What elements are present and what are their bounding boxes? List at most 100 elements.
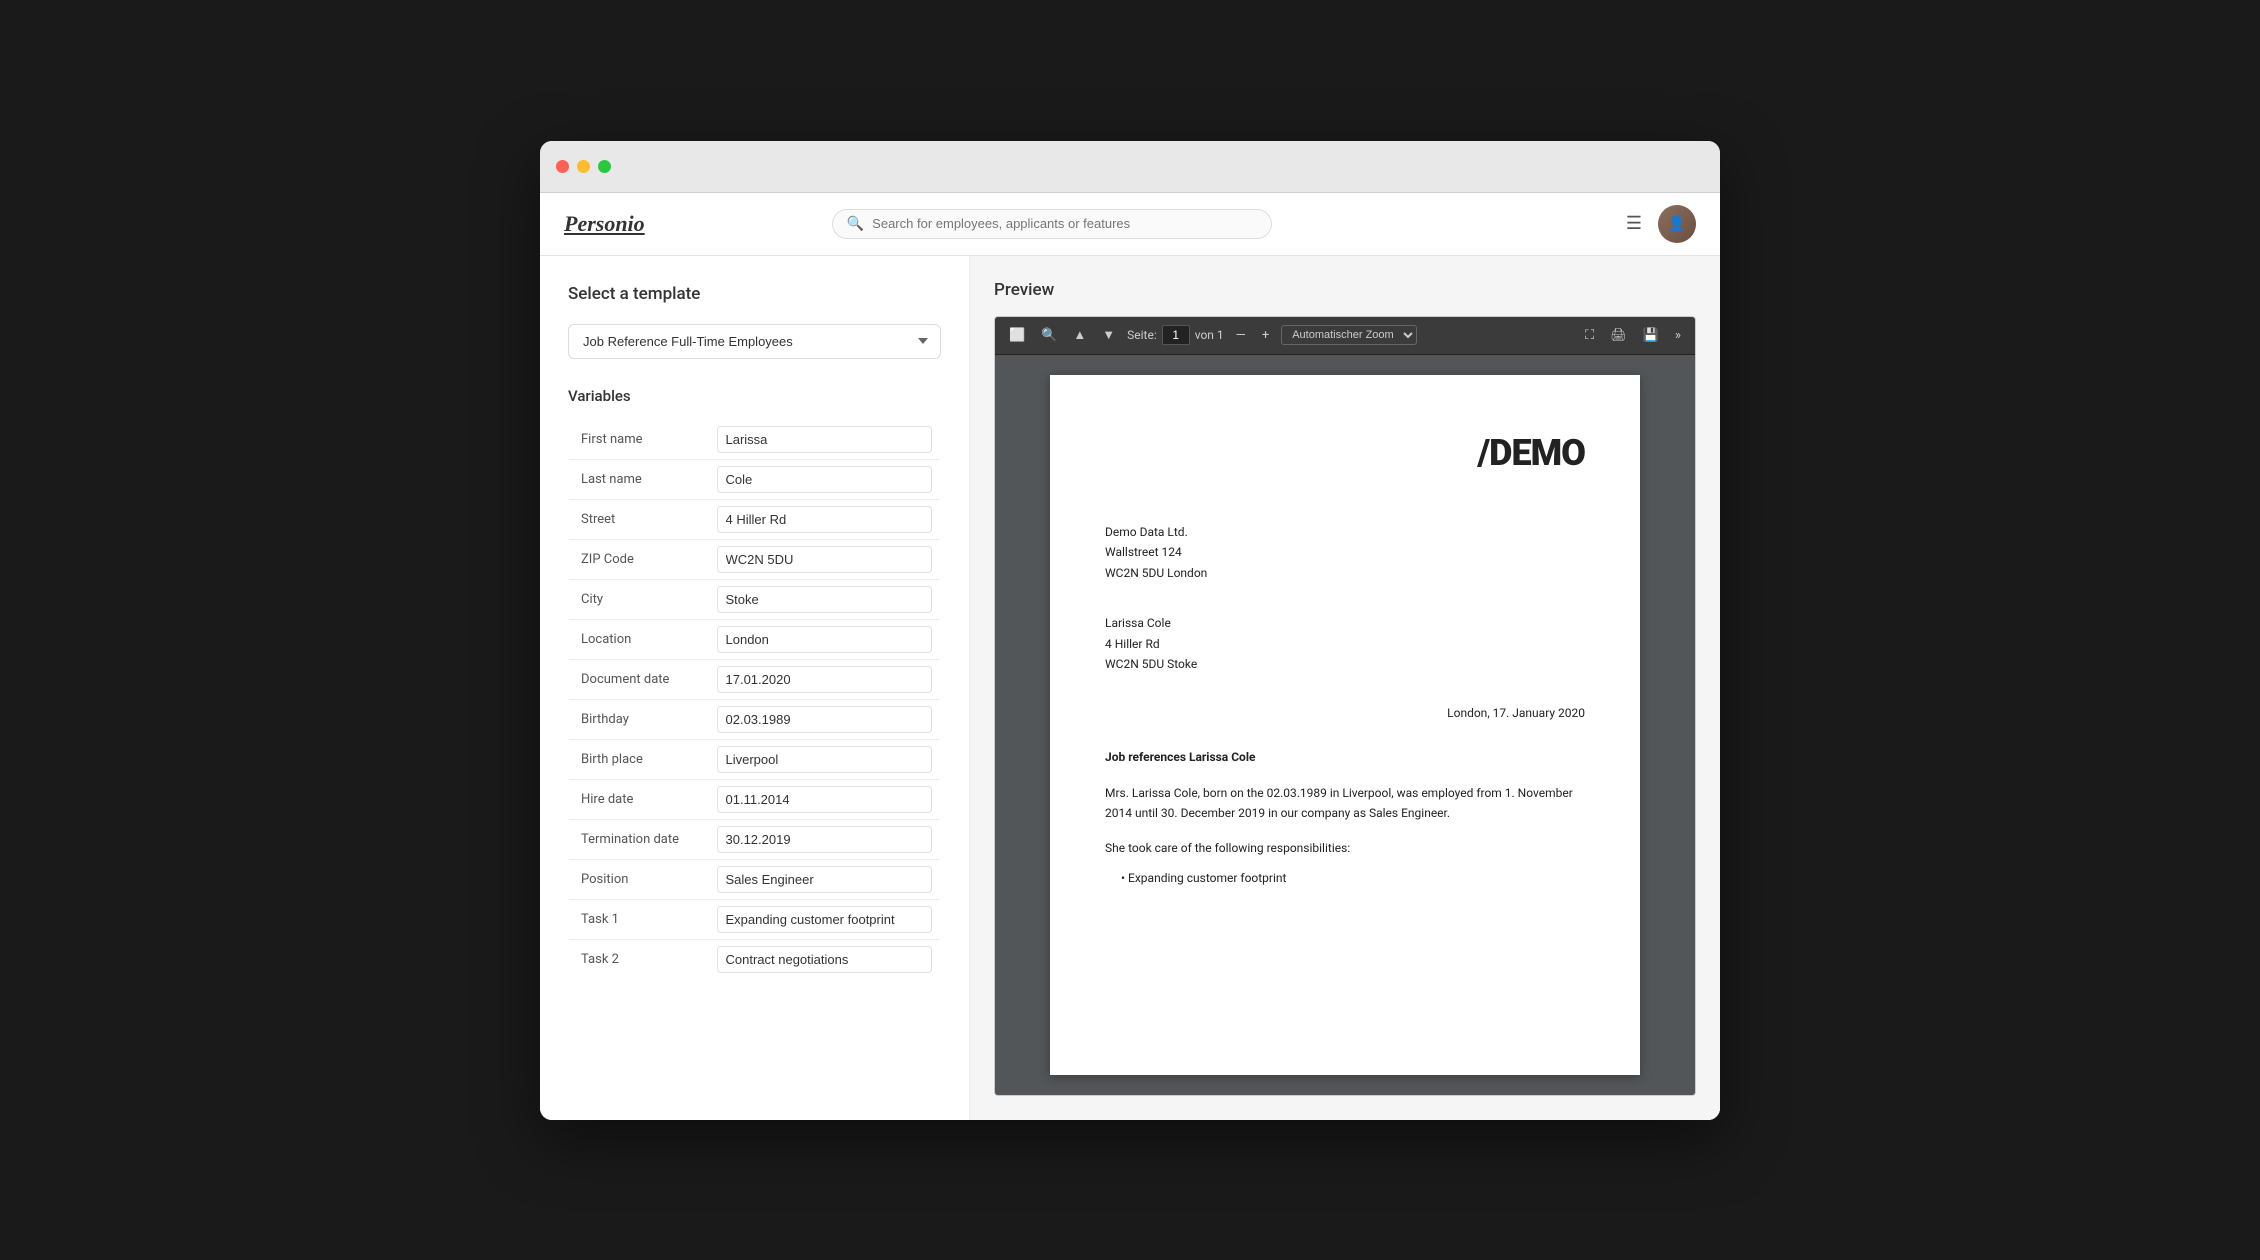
top-right-controls: ☰ 👤 <box>1626 205 1696 243</box>
var-input-7[interactable] <box>717 706 933 733</box>
maximize-button[interactable] <box>598 160 611 173</box>
avatar-image: 👤 <box>1658 205 1696 243</box>
variable-row: Birthday <box>569 699 941 739</box>
pdf-to-address: Larissa Cole4 Hiller RdWC2N 5DU Stoke <box>1105 613 1585 674</box>
select-template-title: Select a template <box>568 284 941 304</box>
var-label-5: Location <box>569 619 709 659</box>
app-content: Personio 🔍 ☰ 👤 Select a template Job Ref… <box>540 193 1720 1120</box>
pdf-zoom-out[interactable]: — <box>1232 326 1250 345</box>
mac-window: Personio 🔍 ☰ 👤 Select a template Job Ref… <box>540 141 1720 1120</box>
var-label-10: Termination date <box>569 819 709 859</box>
var-label-0: First name <box>569 419 709 459</box>
pdf-page-input[interactable] <box>1162 325 1190 345</box>
variables-table: First name Last name Street ZIP Code Cit… <box>568 419 941 980</box>
variable-row: Street <box>569 499 941 539</box>
preview-title: Preview <box>994 280 1696 300</box>
pdf-viewer: ⬜ 🔍 ▲ ▼ Seite: von 1 — + Automatischer Z… <box>994 316 1696 1096</box>
var-label-7: Birthday <box>569 699 709 739</box>
pdf-print-icon[interactable]: 🖨 <box>1606 326 1631 345</box>
top-bar: Personio 🔍 ☰ 👤 <box>540 193 1720 256</box>
left-panel: Select a template Job Reference Full-Tim… <box>540 256 970 1120</box>
title-bar <box>540 141 1720 193</box>
pdf-to-line: 4 Hiller Rd <box>1105 634 1585 654</box>
pdf-scroll-area[interactable]: /DEMO Demo Data Ltd.Wallstreet 124WC2N 5… <box>995 355 1695 1095</box>
pdf-sidebar-toggle[interactable]: ⬜ <box>1005 326 1029 345</box>
pdf-page-label: Seite: <box>1127 328 1157 342</box>
var-value-5 <box>709 619 941 659</box>
pdf-from-line: WC2N 5DU London <box>1105 563 1585 583</box>
pdf-zoom-select[interactable]: Automatischer Zoom 50% 75% 100% 125% <box>1281 325 1417 345</box>
var-value-7 <box>709 699 941 739</box>
pdf-page-info: Seite: von 1 <box>1127 325 1224 345</box>
pdf-zoom-in[interactable]: + <box>1258 326 1273 345</box>
avatar[interactable]: 👤 <box>1658 205 1696 243</box>
search-input[interactable] <box>872 216 1257 231</box>
pdf-prev-page[interactable]: ▲ <box>1069 325 1090 345</box>
pdf-more-icon[interactable]: » <box>1671 326 1685 345</box>
var-input-9[interactable] <box>717 786 933 813</box>
var-value-11 <box>709 859 941 899</box>
variable-row: Document date <box>569 659 941 699</box>
variable-row: Hire date <box>569 779 941 819</box>
pdf-toolbar: ⬜ 🔍 ▲ ▼ Seite: von 1 — + Automatischer Z… <box>995 317 1695 355</box>
variable-row: Birth place <box>569 739 941 779</box>
template-select-wrap: Job Reference Full-Time Employees Job Re… <box>568 324 941 359</box>
var-input-2[interactable] <box>717 506 933 533</box>
var-value-8 <box>709 739 941 779</box>
filter-icon[interactable]: ☰ <box>1626 213 1642 234</box>
template-select[interactable]: Job Reference Full-Time Employees Job Re… <box>568 324 941 359</box>
var-input-10[interactable] <box>717 826 933 853</box>
right-panel: Preview ⬜ 🔍 ▲ ▼ Seite: von 1 — <box>970 256 1720 1120</box>
var-label-11: Position <box>569 859 709 899</box>
var-label-1: Last name <box>569 459 709 499</box>
var-label-2: Street <box>569 499 709 539</box>
pdf-from-line: Wallstreet 124 <box>1105 542 1585 562</box>
var-label-12: Task 1 <box>569 899 709 939</box>
variable-row: First name <box>569 419 941 459</box>
var-value-13 <box>709 939 941 979</box>
pdf-next-page[interactable]: ▼ <box>1098 325 1119 345</box>
var-input-13[interactable] <box>717 946 933 973</box>
variable-row: ZIP Code <box>569 539 941 579</box>
close-button[interactable] <box>556 160 569 173</box>
variable-row: City <box>569 579 941 619</box>
pdf-to-line: Larissa Cole <box>1105 613 1585 633</box>
pdf-content-wrap: /DEMO Demo Data Ltd.Wallstreet 124WC2N 5… <box>995 355 1695 1095</box>
var-value-9 <box>709 779 941 819</box>
pdf-logo: /DEMO <box>1105 425 1585 483</box>
var-input-5[interactable] <box>717 626 933 653</box>
var-input-1[interactable] <box>717 466 933 493</box>
pdf-from-address: Demo Data Ltd.Wallstreet 124WC2N 5DU Lon… <box>1105 522 1585 583</box>
var-value-3 <box>709 539 941 579</box>
var-value-6 <box>709 659 941 699</box>
variable-row: Location <box>569 619 941 659</box>
var-input-11[interactable] <box>717 866 933 893</box>
var-input-8[interactable] <box>717 746 933 773</box>
pdf-subject: Job references Larissa Cole <box>1105 748 1585 767</box>
var-value-2 <box>709 499 941 539</box>
pdf-page: /DEMO Demo Data Ltd.Wallstreet 124WC2N 5… <box>1050 375 1640 1075</box>
minimize-button[interactable] <box>577 160 590 173</box>
var-input-12[interactable] <box>717 906 933 933</box>
variable-row: Position <box>569 859 941 899</box>
pdf-download-icon[interactable]: 💾 <box>1639 326 1663 345</box>
pdf-page-total: von 1 <box>1195 328 1224 342</box>
variable-row: Task 1 <box>569 899 941 939</box>
var-value-0 <box>709 419 941 459</box>
pdf-body: Mrs. Larissa Cole, born on the 02.03.198… <box>1105 783 1585 889</box>
pdf-body-bullet: • Expanding customer footprint <box>1105 868 1585 888</box>
var-value-10 <box>709 819 941 859</box>
pdf-date: London, 17. January 2020 <box>1105 704 1585 723</box>
pdf-from-line: Demo Data Ltd. <box>1105 522 1585 542</box>
var-input-4[interactable] <box>717 586 933 613</box>
pdf-fullscreen-icon[interactable]: ⛶ <box>1581 326 1598 345</box>
variables-title: Variables <box>568 387 941 405</box>
var-input-6[interactable] <box>717 666 933 693</box>
pdf-search-icon[interactable]: 🔍 <box>1037 326 1061 345</box>
var-input-3[interactable] <box>717 546 933 573</box>
search-bar[interactable]: 🔍 <box>832 209 1272 239</box>
var-label-4: City <box>569 579 709 619</box>
var-label-8: Birth place <box>569 739 709 779</box>
var-input-0[interactable] <box>717 426 933 453</box>
var-value-1 <box>709 459 941 499</box>
